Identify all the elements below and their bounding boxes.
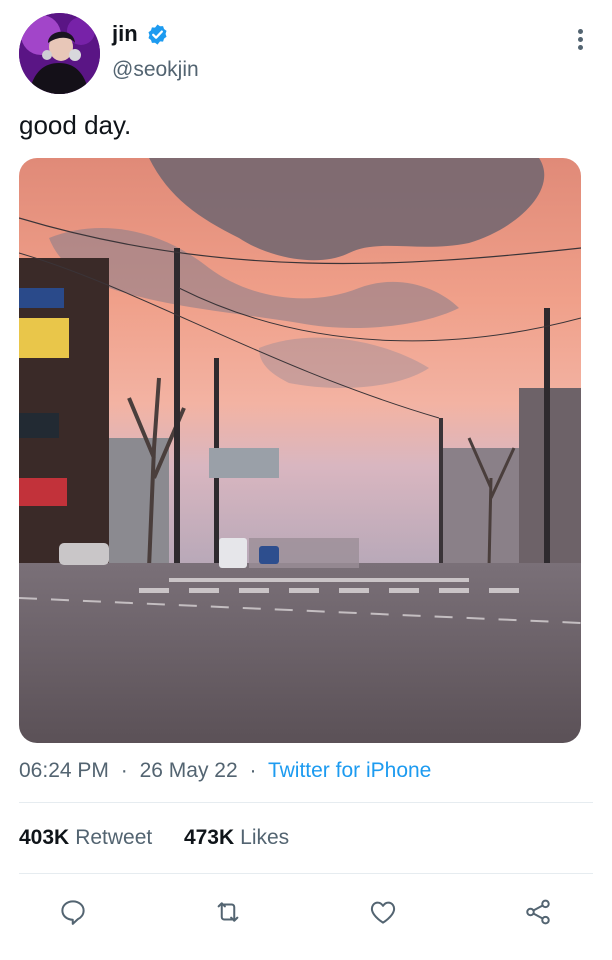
likes-label: Likes (240, 826, 290, 849)
tweet-date: 26 May 22 (139, 759, 238, 782)
tweet-stats: 403K Retweet 473K Likes (19, 826, 289, 850)
likes-count: 473K (183, 826, 235, 849)
reply-icon[interactable] (51, 890, 95, 934)
divider (19, 873, 593, 874)
display-name[interactable]: jin (112, 21, 138, 47)
avatar[interactable] (19, 13, 100, 94)
tweet-text: good day. (19, 110, 132, 140)
like-icon[interactable] (361, 890, 405, 934)
meta-separator: · (249, 759, 257, 782)
tweet-photo[interactable] (19, 158, 581, 743)
tweet-actions (0, 890, 612, 934)
avatar-photo (19, 13, 100, 94)
meta-separator: · (120, 759, 128, 782)
likes-stat[interactable]: 473K Likes (184, 826, 289, 849)
verified-badge-icon (146, 23, 169, 46)
street-sunset-photo (19, 158, 581, 743)
tweet-time: 06:24 PM (19, 759, 109, 782)
divider (19, 802, 593, 803)
retweets-stat[interactable]: 403K Retweet (19, 826, 158, 849)
tweet-source-link[interactable]: Twitter for iPhone (268, 759, 431, 782)
tweet-meta: 06:24 PM · 26 May 22 · Twitter for iPhon… (19, 759, 431, 783)
retweet-icon[interactable] (206, 890, 250, 934)
tweet-header: jin @seokjin (19, 13, 594, 95)
share-icon[interactable] (516, 890, 560, 934)
name-row: jin (112, 21, 169, 47)
more-options-icon[interactable] (574, 29, 586, 53)
retweets-count: 403K (19, 826, 70, 849)
user-handle[interactable]: @seokjin (112, 58, 199, 82)
retweets-label: Retweet (75, 826, 153, 849)
